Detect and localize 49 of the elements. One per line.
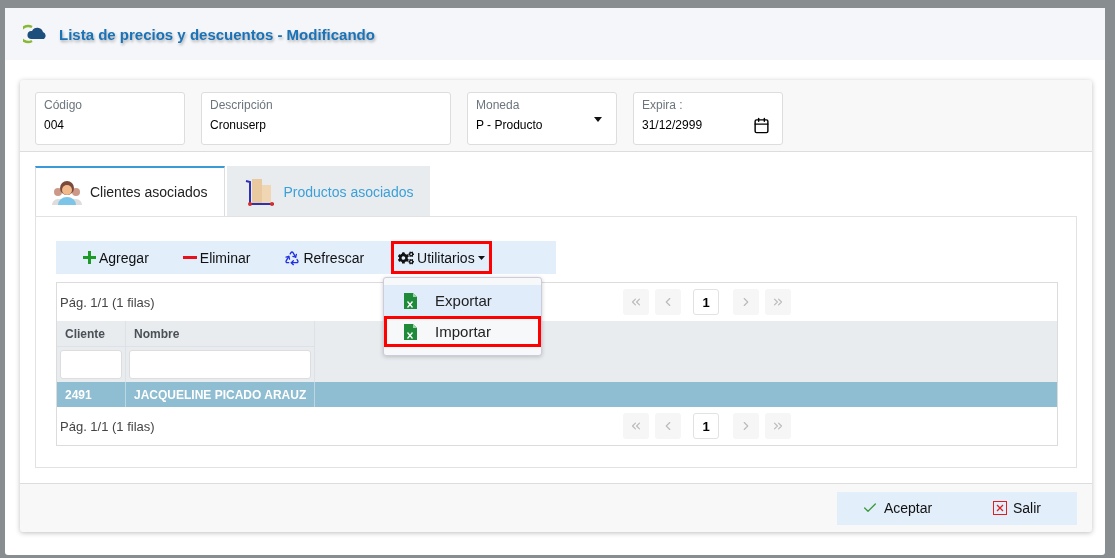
column-header: Nombre bbox=[125, 321, 315, 347]
plus-icon bbox=[83, 251, 96, 264]
table-cell: JACQUELINE PICADO ARAUZ bbox=[125, 382, 315, 407]
pager-info: Pág. 1/1 (1 filas) bbox=[60, 294, 155, 310]
calendar-icon bbox=[753, 117, 770, 134]
input-field[interactable]: Código 004 bbox=[35, 92, 185, 145]
page-number[interactable]: 1 bbox=[693, 289, 719, 315]
people-icon bbox=[52, 179, 82, 205]
first-page-icon bbox=[629, 295, 643, 309]
cloud-logo-icon bbox=[23, 24, 49, 44]
input-field[interactable]: Descripción Cronuserp bbox=[201, 92, 451, 145]
exit-button[interactable]: Salir bbox=[957, 491, 1077, 525]
previous-page-button[interactable] bbox=[655, 289, 681, 315]
accept-button[interactable]: Aceptar bbox=[837, 491, 957, 525]
filter-field[interactable] bbox=[129, 350, 312, 379]
first-page-button[interactable] bbox=[623, 289, 649, 315]
window-title: Lista de precios y descuentos - Modificando bbox=[59, 25, 375, 43]
caret-icon bbox=[477, 255, 485, 260]
first-page-button[interactable] bbox=[623, 413, 649, 439]
last-page-button[interactable] bbox=[765, 289, 791, 315]
previous-page-button[interactable] bbox=[655, 413, 681, 439]
page-number[interactable]: 1 bbox=[693, 413, 719, 439]
spreadsheet-icon bbox=[404, 292, 418, 309]
last-page-icon bbox=[771, 419, 785, 433]
next-page-button[interactable] bbox=[733, 289, 759, 315]
remove-button[interactable]: Eliminar bbox=[175, 241, 258, 274]
minus-icon bbox=[182, 256, 197, 259]
cart-boxes-icon bbox=[243, 177, 276, 207]
filter-field[interactable] bbox=[60, 350, 122, 379]
gears-icon bbox=[398, 249, 415, 266]
last-page-button[interactable] bbox=[765, 413, 791, 439]
recycle-icon bbox=[284, 249, 301, 266]
pager-info: Pág. 1/1 (1 filas) bbox=[60, 418, 155, 434]
menu-button[interactable]: Utilitarios bbox=[391, 241, 492, 274]
spreadsheet-icon bbox=[404, 323, 418, 340]
next-page-button[interactable] bbox=[733, 413, 759, 439]
column-header: Cliente bbox=[57, 321, 126, 347]
first-page-icon bbox=[629, 419, 643, 433]
menu-item[interactable]: Exportar bbox=[384, 285, 542, 316]
last-page-icon bbox=[771, 295, 785, 309]
add-button[interactable]: Agregar bbox=[76, 241, 156, 274]
select-field[interactable]: Moneda P - Producto bbox=[467, 92, 617, 145]
table-cell: 2491 bbox=[57, 382, 126, 407]
date-field[interactable]: Expira : 31/12/2999 bbox=[633, 92, 783, 145]
caret-icon bbox=[594, 117, 602, 122]
tab[interactable]: Clientes asociados bbox=[35, 166, 225, 216]
refresh-button[interactable]: Refrescar bbox=[277, 241, 372, 274]
close-icon bbox=[993, 501, 1007, 515]
menu-item[interactable]: Importar bbox=[384, 316, 542, 347]
